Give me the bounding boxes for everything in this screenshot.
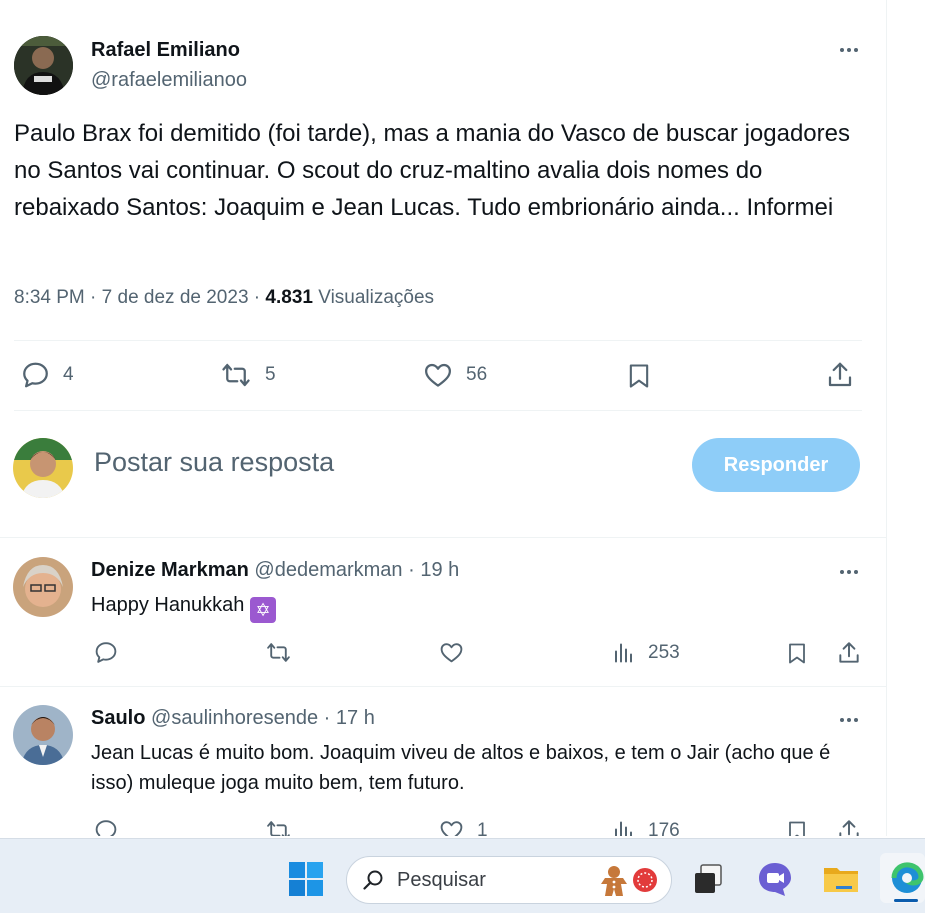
task-view-icon[interactable] (689, 859, 729, 899)
like-button[interactable]: 56 (422, 360, 487, 390)
reply-author-handle[interactable]: @saulinhoresende (151, 707, 318, 729)
reply-author-name[interactable]: Saulo (91, 707, 145, 729)
tweet-meta: 8:34 PM · 7 de dez de 2023 · 4.831 Visua… (14, 287, 434, 309)
more-options-icon[interactable] (834, 710, 864, 730)
retweet-count: 5 (265, 364, 276, 385)
column-border (886, 0, 887, 836)
views-count: 253 (648, 641, 680, 663)
bookmark-icon (629, 364, 649, 388)
reply-count: 4 (63, 364, 74, 385)
divider (0, 537, 886, 538)
reply-time[interactable]: 19 h (420, 559, 459, 581)
bookmark-icon (789, 821, 805, 836)
retweet-icon (222, 363, 250, 387)
reply-button[interactable] (93, 640, 119, 665)
taskbar: Pesquisar (0, 838, 925, 913)
reply-button[interactable]: 4 (20, 360, 74, 390)
divider (0, 686, 886, 687)
gingerbread-icon (601, 866, 627, 896)
file-explorer-icon[interactable] (821, 859, 861, 899)
star-of-david-emoji: ✡ (250, 597, 276, 623)
like-count: 56 (466, 364, 488, 385)
share-button[interactable] (836, 640, 862, 666)
search-label: Pesquisar (397, 868, 486, 891)
bookmark-button[interactable] (625, 360, 653, 392)
reply-icon (95, 820, 117, 836)
reply-text: Happy Hanukkah ✡ (91, 590, 276, 623)
retweet-button[interactable] (264, 818, 293, 836)
share-icon (828, 362, 852, 387)
reply-icon (95, 642, 117, 663)
reply-submit-button[interactable]: Responder (692, 438, 860, 492)
reply-text-content: Happy Hanukkah (91, 594, 245, 616)
meta-separator: · (323, 707, 336, 729)
reply-header: Denize Markman @dedemarkman · 19 h (91, 559, 459, 582)
divider (14, 340, 862, 341)
more-options-icon[interactable] (834, 562, 864, 582)
analytics-icon (615, 821, 632, 836)
reply-header: Saulo @saulinhoresende · 17 h (91, 707, 375, 730)
like-button[interactable]: 1 (438, 818, 488, 836)
share-icon (839, 642, 859, 663)
share-button[interactable] (825, 360, 855, 390)
heart-icon (440, 643, 463, 663)
reply-author-name[interactable]: Denize Markman (91, 559, 249, 581)
analytics-icon (615, 643, 632, 663)
bookmark-button[interactable] (785, 818, 809, 836)
retweet-icon (267, 643, 290, 662)
views-count: 4.831 (265, 287, 313, 308)
meta-separator: · (408, 559, 421, 581)
retweet-icon (267, 821, 290, 836)
meta-separator: · (90, 287, 102, 308)
timeline-column: Rafael Emiliano @rafaelemilianoo Paulo B… (0, 0, 886, 836)
reply-avatar[interactable] (13, 705, 73, 765)
bookmark-button[interactable] (785, 640, 809, 667)
share-icon (839, 820, 859, 836)
like-count: 1 (477, 819, 488, 837)
like-button[interactable] (438, 640, 465, 665)
meta-separator: · (253, 287, 266, 308)
reply-input[interactable]: Postar sua resposta (94, 447, 334, 478)
reply-author-handle[interactable]: @dedemarkman (254, 559, 402, 581)
views-button[interactable]: 176 (612, 818, 680, 836)
reply-icon (23, 362, 48, 388)
retweet-button[interactable]: 5 (219, 360, 276, 390)
edge-browser-icon[interactable] (880, 853, 925, 903)
tweet-text: Paulo Brax foi demitido (foi tarde), mas… (14, 120, 850, 221)
retweet-button[interactable] (264, 640, 293, 665)
reply-avatar[interactable] (13, 557, 73, 617)
teams-chat-icon[interactable] (755, 859, 795, 899)
share-button[interactable] (836, 818, 862, 836)
bookmark-icon (789, 643, 805, 664)
user-avatar[interactable] (13, 438, 73, 498)
more-options-icon[interactable] (834, 40, 864, 60)
tweet-date[interactable]: 7 de dez de 2023 (102, 287, 249, 308)
author-handle[interactable]: @rafaelemilianoo (91, 69, 247, 92)
heart-icon (440, 821, 463, 836)
views-button[interactable]: 253 (612, 640, 680, 665)
divider (14, 410, 862, 411)
search-icon (363, 870, 383, 890)
reply-text: Jean Lucas é muito bom. Joaquim viveu de… (91, 742, 831, 794)
views-count: 176 (648, 819, 680, 837)
reply-time[interactable]: 17 h (336, 707, 375, 729)
windows-start-icon[interactable] (287, 860, 325, 898)
author-avatar[interactable] (14, 36, 73, 95)
taskbar-search[interactable]: Pesquisar (346, 856, 672, 904)
reply-button[interactable] (93, 818, 119, 836)
author-name[interactable]: Rafael Emiliano (91, 39, 240, 62)
heart-icon (425, 363, 451, 387)
ornament-icon (633, 868, 657, 892)
tweet-time[interactable]: 8:34 PM (14, 287, 85, 308)
views-label: Visualizações (318, 287, 435, 308)
